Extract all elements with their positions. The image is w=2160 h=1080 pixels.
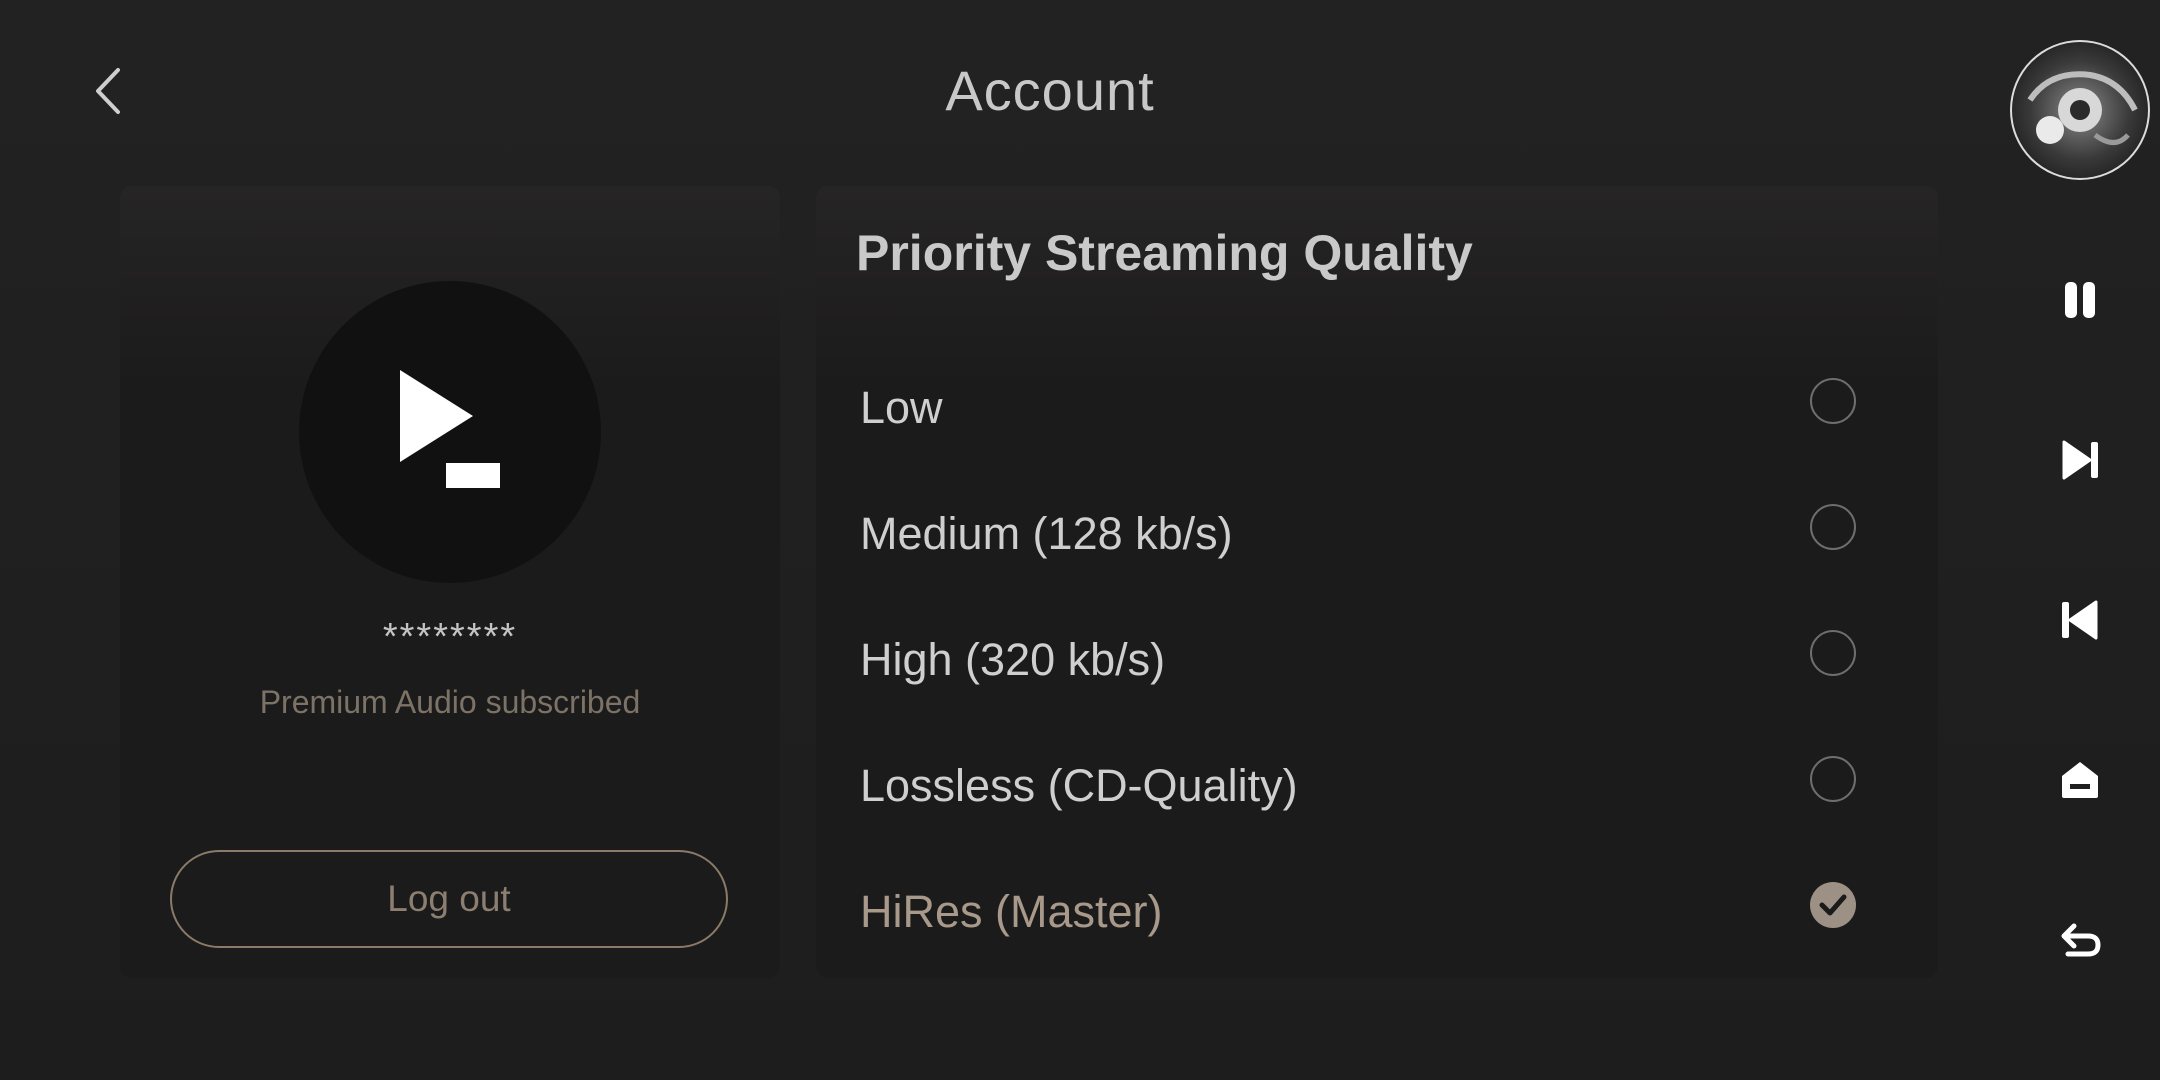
quality-option-hires[interactable]: HiRes (Master) xyxy=(858,860,1918,960)
option-label: Medium (128 kb/s) xyxy=(860,508,1233,559)
radio-button[interactable] xyxy=(1810,630,1856,676)
page-title: Account xyxy=(945,59,1155,122)
back-button[interactable] xyxy=(88,60,132,122)
home-button[interactable] xyxy=(2052,752,2108,808)
quality-option-high[interactable]: High (320 kb/s) xyxy=(858,608,1918,708)
logout-button[interactable]: Log out xyxy=(170,850,728,948)
option-label: High (320 kb/s) xyxy=(860,634,1166,685)
quality-option-low[interactable]: Low xyxy=(858,356,1918,456)
pause-button[interactable] xyxy=(2052,272,2108,328)
app-logo xyxy=(299,281,601,583)
back-return-icon xyxy=(2061,923,2101,957)
skip-previous-icon xyxy=(2062,600,2098,640)
option-label: Lossless (CD-Quality) xyxy=(860,760,1298,811)
album-art[interactable] xyxy=(2010,40,2150,180)
skip-next-icon xyxy=(2062,440,2098,480)
username: ******** xyxy=(382,616,518,658)
home-icon xyxy=(2062,762,2098,798)
account-screen: Account ******** Premium Audio subscribe… xyxy=(0,0,2160,1080)
checkmark-icon xyxy=(1819,894,1847,916)
radio-button[interactable] xyxy=(1810,756,1856,802)
logout-label: Log out xyxy=(387,878,511,919)
pause-icon xyxy=(2065,282,2095,318)
quality-option-medium[interactable]: Medium (128 kb/s) xyxy=(858,482,1918,582)
skip-next-button[interactable] xyxy=(2052,432,2108,488)
quality-option-lossless[interactable]: Lossless (CD-Quality) xyxy=(858,734,1918,834)
chevron-left-icon xyxy=(96,68,120,114)
app-logo-icon xyxy=(400,370,500,488)
album-art-image xyxy=(2012,42,2148,178)
section-title: Priority Streaming Quality xyxy=(856,225,1473,281)
skip-previous-button[interactable] xyxy=(2052,592,2108,648)
subscription-status: Premium Audio subscribed xyxy=(259,684,641,720)
radio-button[interactable] xyxy=(1810,378,1856,424)
radio-button-checked[interactable] xyxy=(1810,882,1856,928)
return-button[interactable] xyxy=(2052,912,2108,968)
option-label: Low xyxy=(860,382,943,433)
radio-button[interactable] xyxy=(1810,504,1856,550)
option-label: HiRes (Master) xyxy=(860,886,1163,937)
